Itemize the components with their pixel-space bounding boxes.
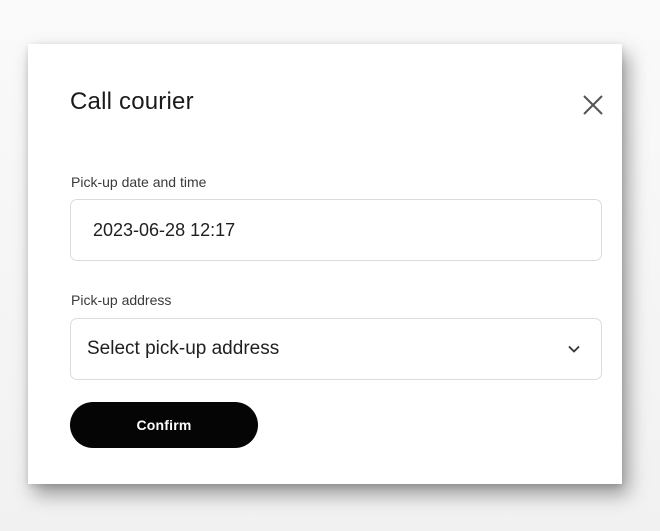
- pickup-datetime-value: 2023-06-28 12:17: [93, 219, 236, 240]
- dialog-title: Call courier: [70, 88, 194, 115]
- confirm-button[interactable]: Confirm: [70, 402, 258, 448]
- call-courier-dialog: Call courier Pick-up date and time 2023-…: [28, 44, 622, 484]
- close-icon: [583, 95, 603, 115]
- page-background: Call courier Pick-up date and time 2023-…: [0, 0, 660, 531]
- pickup-address-placeholder: Select pick-up address: [87, 338, 280, 359]
- close-button[interactable]: [580, 92, 606, 118]
- pickup-address-select[interactable]: Select pick-up address: [70, 318, 602, 380]
- pickup-address-label: Pick-up address: [71, 292, 172, 308]
- chevron-down-icon: [568, 345, 580, 353]
- pickup-datetime-field[interactable]: 2023-06-28 12:17: [70, 199, 602, 261]
- pickup-datetime-label: Pick-up date and time: [71, 174, 207, 190]
